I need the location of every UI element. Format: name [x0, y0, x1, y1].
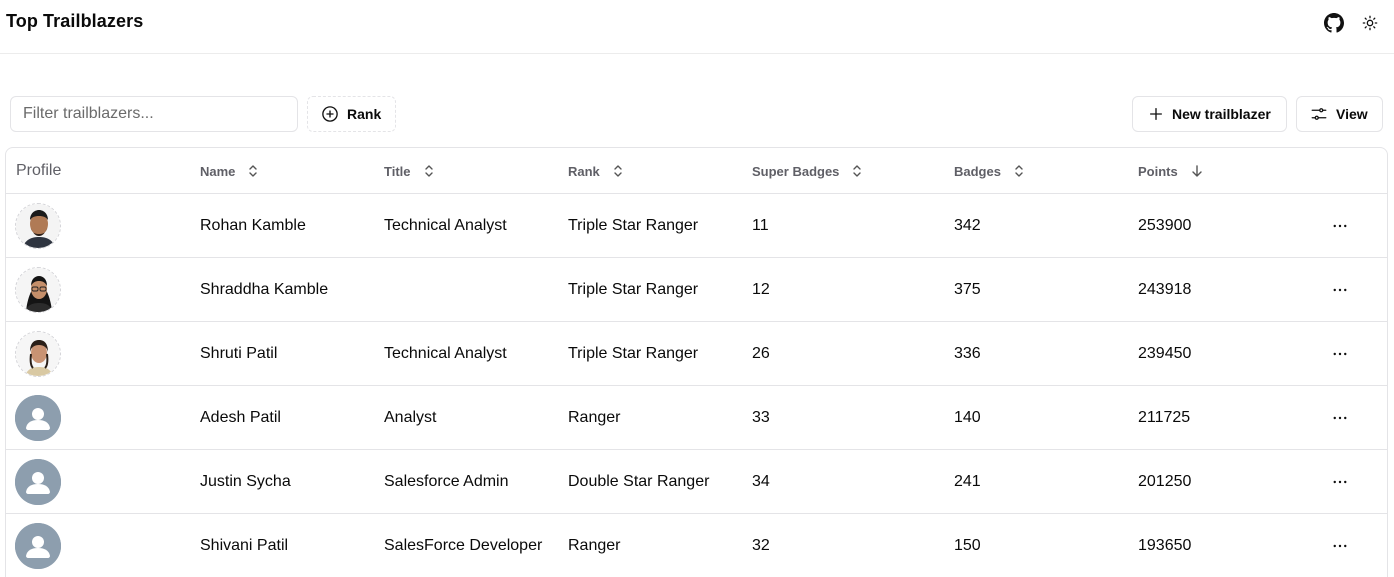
table-row[interactable]: Shraddha Kamble Triple Star Ranger 12 375 24…	[6, 258, 1387, 322]
cell-badges: 342	[954, 217, 981, 234]
header-profile-label: Profile	[16, 162, 62, 179]
plus-circle-icon	[322, 106, 338, 122]
page-title: Top Trailblazers	[6, 11, 144, 31]
view-options-label: View	[1336, 106, 1368, 122]
sort-updown-icon	[1013, 164, 1025, 178]
sort-updown-icon	[612, 164, 624, 178]
rank-filter-label: Rank	[347, 106, 382, 122]
more-horizontal-icon	[1333, 288, 1347, 292]
sort-updown-icon	[247, 164, 259, 178]
cell-name: Justin Sycha	[200, 473, 291, 490]
rank-filter-button[interactable]: Rank	[307, 96, 396, 132]
header-badges-label: Badges	[954, 163, 1001, 179]
sort-updown-icon	[423, 164, 435, 178]
cell-rank: Double Star Ranger	[568, 473, 710, 490]
cell-super-badges: 33	[752, 409, 770, 426]
cell-rank: Ranger	[568, 409, 621, 426]
cell-rank: Triple Star Ranger	[568, 217, 699, 234]
cell-badges: 241	[954, 473, 981, 490]
cell-points: 201250	[1138, 473, 1192, 490]
more-horizontal-icon	[1333, 480, 1347, 484]
sliders-icon	[1311, 108, 1327, 120]
table-row[interactable]: Adesh Patil Analyst Ranger 33 140 211725	[6, 386, 1387, 450]
table-toolbar: Rank New trailblazer View	[0, 96, 1394, 132]
cell-badges: 336	[954, 345, 981, 362]
row-actions-button[interactable]	[1328, 406, 1352, 430]
cell-super-badges: 11	[752, 217, 769, 234]
cell-title: Analyst	[384, 409, 437, 426]
default-user-icon	[15, 459, 61, 505]
header-title-label: Title	[384, 163, 411, 179]
cell-points: 243918	[1138, 281, 1192, 298]
app-header: Top Trailblazers	[0, 0, 1394, 54]
cell-super-badges: 32	[752, 537, 770, 554]
cell-super-badges: 12	[752, 281, 770, 298]
header-rank[interactable]: Rank	[568, 148, 624, 194]
cell-title: Technical Analyst	[384, 345, 507, 362]
cell-name: Shraddha Kamble	[200, 281, 329, 298]
trailblazers-table: Profile Name Title Rank Super Badges Bad…	[5, 147, 1388, 577]
cell-title: Technical Analyst	[384, 217, 507, 234]
cell-rank: Triple Star Ranger	[568, 281, 699, 298]
row-actions-button[interactable]	[1328, 214, 1352, 238]
cell-badges: 150	[954, 537, 981, 554]
row-actions-button[interactable]	[1328, 342, 1352, 366]
row-actions-button[interactable]	[1328, 534, 1352, 558]
table-row[interactable]: Rohan Kamble Technical Analyst Triple Star…	[6, 194, 1387, 258]
cell-badges: 375	[954, 281, 981, 298]
default-user-icon	[15, 523, 61, 569]
table-header-row: Profile Name Title Rank Super Badges Bad…	[6, 148, 1387, 194]
cell-super-badges: 26	[752, 345, 770, 362]
header-name-label: Name	[200, 163, 236, 179]
table-row[interactable]: Shivani Patil SalesForce Developer Ranger 3…	[6, 514, 1387, 577]
cell-rank: Triple Star Ranger	[568, 345, 699, 362]
cell-points: 211725	[1138, 409, 1191, 426]
cell-title: Salesforce Admin	[384, 473, 509, 490]
header-points-label: Points	[1138, 163, 1178, 179]
plus-icon	[1150, 108, 1162, 120]
cell-name: Shruti Patil	[200, 345, 278, 362]
avatar	[15, 331, 61, 377]
header-name[interactable]: Name	[200, 148, 259, 194]
avatar	[15, 203, 61, 249]
row-actions-button[interactable]	[1328, 470, 1352, 494]
cell-points: 239450	[1138, 345, 1192, 362]
header-profile: Profile	[16, 148, 61, 194]
more-horizontal-icon	[1333, 544, 1347, 548]
sort-desc-icon	[1190, 164, 1204, 178]
cell-name: Rohan Kamble	[200, 217, 306, 234]
header-points[interactable]: Points	[1138, 148, 1204, 194]
row-actions-button[interactable]	[1328, 278, 1352, 302]
table-row[interactable]: Justin Sycha Salesforce Admin Double Star …	[6, 450, 1387, 514]
cell-super-badges: 34	[752, 473, 770, 490]
cell-title: SalesForce Developer	[384, 537, 543, 554]
more-horizontal-icon	[1333, 352, 1347, 356]
more-horizontal-icon	[1333, 416, 1347, 420]
cell-name: Shivani Patil	[200, 537, 289, 554]
cell-points: 253900	[1138, 217, 1192, 234]
table-row[interactable]: Shruti Patil Technical Analyst Triple Star…	[6, 322, 1387, 386]
cell-name: Adesh Patil	[200, 409, 281, 426]
cell-points: 193650	[1138, 537, 1192, 554]
header-super-badges-label: Super Badges	[752, 163, 840, 179]
view-options-button[interactable]: View	[1296, 96, 1383, 132]
new-trailblazer-label: New trailblazer	[1172, 106, 1271, 122]
header-super-badges[interactable]: Super Badges	[752, 148, 863, 194]
sort-updown-icon	[851, 164, 863, 178]
cell-badges: 140	[954, 409, 981, 426]
header-rank-label: Rank	[568, 163, 600, 179]
avatar	[15, 267, 61, 313]
header-badges[interactable]: Badges	[954, 148, 1025, 194]
more-horizontal-icon	[1333, 224, 1347, 228]
default-user-icon	[15, 395, 61, 441]
sun-icon[interactable]	[1359, 12, 1381, 34]
new-trailblazer-button[interactable]: New trailblazer	[1132, 96, 1287, 132]
filter-input[interactable]	[10, 96, 298, 132]
github-icon[interactable]	[1323, 12, 1345, 34]
cell-rank: Ranger	[568, 537, 621, 554]
header-title[interactable]: Title	[384, 148, 435, 194]
